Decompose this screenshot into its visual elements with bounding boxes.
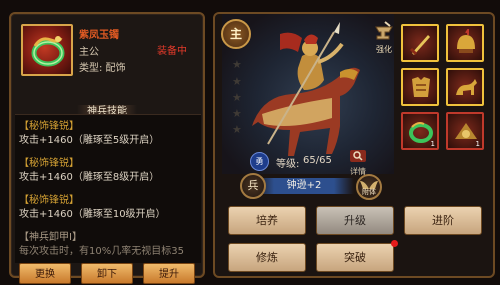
advance-button[interactable]: 进阶 — [404, 206, 482, 235]
level-value: 65/65 — [303, 155, 332, 166]
hero-name: 钟逊+2 — [254, 178, 354, 194]
unequip-button[interactable]: 卸下 — [81, 263, 133, 284]
star-icon: ★ — [232, 75, 242, 88]
anvil-icon — [375, 21, 393, 40]
star-icon: ★ — [232, 58, 242, 71]
main-hero-badge: 主 — [221, 19, 251, 49]
level-label: 等级: — [276, 159, 300, 170]
equipment-slot-treasure[interactable]: 1 — [446, 112, 484, 150]
replace-button[interactable]: 更换 — [19, 263, 71, 284]
item-equipped-status: 装备中 — [157, 46, 187, 57]
skill-name: 【秘饰锋锐】 — [19, 195, 79, 206]
brave-badge: 勇 — [250, 152, 269, 171]
item-icon-frame[interactable] — [21, 24, 73, 76]
item-detail-panel: 紫凤玉镯 主公 装备中 类型: 配饰 神兵技能 【秘饰锋锐】 攻击+1460（雕… — [9, 12, 205, 284]
strengthen-label: 强化 — [376, 45, 392, 54]
equipment-slot-armor[interactable] — [401, 68, 439, 106]
notification-dot — [391, 240, 398, 247]
skill-desc: 攻击+1460（雕琢至10级开启） — [19, 209, 166, 220]
item-name: 紫凤玉镯 — [79, 30, 119, 41]
skill-name: 【秘饰锋锐】 — [19, 121, 79, 132]
star-icon: ★ — [232, 107, 242, 120]
passive-skill-desc: 每次攻击时，有10%几率无视目标35 — [19, 246, 184, 257]
attach-label: 附体 — [362, 188, 376, 196]
attach-button[interactable]: 附体 — [356, 174, 382, 200]
skills-header: 神兵技能 — [11, 99, 203, 119]
sword-icon — [409, 35, 430, 56]
equipment-slot-accessory[interactable]: 1 — [401, 112, 439, 150]
equipment-slot-weapon[interactable] — [401, 24, 439, 62]
cultivate-button[interactable]: 培养 — [228, 206, 306, 235]
magnifier-icon — [350, 150, 366, 162]
breakthrough-button[interactable]: 突破 — [316, 243, 394, 272]
horse-icon — [456, 79, 477, 95]
soldier-badge[interactable]: 兵 — [240, 173, 266, 199]
skill-desc: 攻击+1460（雕琢至5级开启） — [19, 135, 160, 146]
slot-count: 1 — [475, 140, 480, 148]
refine-button[interactable]: 修炼 — [228, 243, 306, 272]
jade-bracelet-icon — [31, 36, 65, 67]
item-type: 类型: 配饰 — [79, 63, 126, 74]
passive-skill-name: 【神兵卸甲I】 — [19, 232, 82, 243]
item-owner: 主公 — [79, 47, 99, 58]
star-icon: ★ — [232, 123, 242, 136]
slot-count: 1 — [430, 140, 435, 148]
skills-list[interactable]: 【秘饰锋锐】 攻击+1460（雕琢至5级开启） 【秘饰锋锐】 攻击+1460（雕… — [15, 114, 201, 263]
skill-name: 【秘饰锋锐】 — [19, 158, 79, 169]
helmet-icon — [457, 29, 475, 53]
level-up-button[interactable]: 升级 — [316, 206, 394, 235]
star-icon: ★ — [232, 91, 242, 104]
skill-desc: 攻击+1460（雕琢至8级开启） — [19, 172, 160, 183]
equipment-slot-mount[interactable] — [446, 68, 484, 106]
armor-icon — [412, 77, 430, 97]
strengthen-button[interactable]: 强化 — [371, 21, 397, 54]
equipment-slot-helmet[interactable] — [446, 24, 484, 62]
upgrade-button[interactable]: 提升 — [143, 263, 195, 284]
detail-button[interactable]: 详情 — [347, 148, 369, 176]
